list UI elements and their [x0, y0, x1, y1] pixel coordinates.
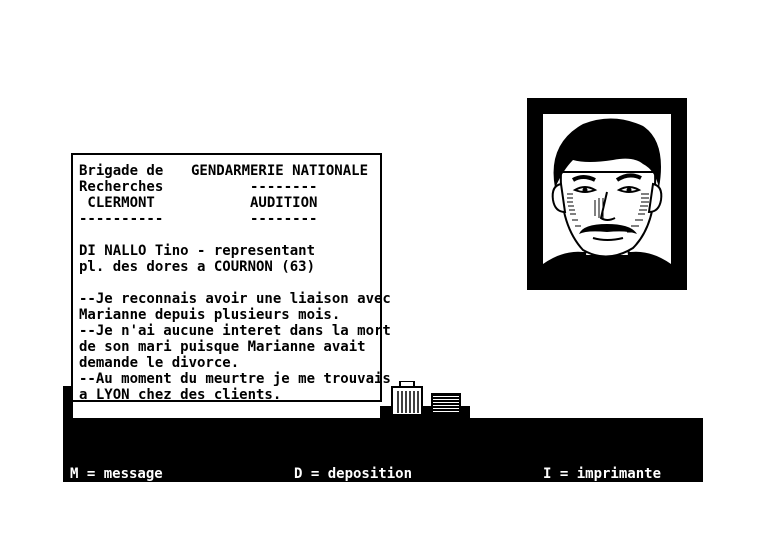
building-icon[interactable] — [430, 392, 462, 416]
menu-imprimante-option[interactable]: I = imprimante — [543, 466, 669, 482]
doc-statement-line: demande le divorce. — [79, 355, 240, 371]
doc-header-right-4: -------- — [191, 211, 318, 227]
menu-comparaison-option[interactable]: C = comparaison — [294, 514, 420, 530]
doc-header-left-2: Recherches — [79, 179, 164, 195]
doc-statement-line: --Je n'ai aucune interet dans la mort — [79, 323, 391, 339]
audition-document: Brigade de Recherches CLERMONT ---------… — [71, 153, 391, 403]
doc-statement-line: --Je reconnais avoir une liaison avec — [79, 291, 391, 307]
doc-header-right-3: AUDITION — [191, 195, 318, 211]
suspect-portrait-frame — [527, 98, 687, 290]
menu-col-2: D = deposition C = comparaison — [294, 434, 420, 546]
menu-arrestation-option[interactable]: A = arrestation — [543, 514, 669, 530]
doc-header-right-2: -------- — [191, 179, 318, 195]
doc-statement-line: a LYON chez des clients. — [79, 387, 282, 403]
doc-header-left-1: Brigade de — [79, 163, 164, 179]
menu-examen-option[interactable]: E = examen — [70, 514, 163, 530]
doc-statement-line: Marianne depuis plusieurs mois. — [79, 307, 341, 323]
doc-header-left-3: CLERMONT — [79, 195, 155, 211]
doc-header-right-1: GENDARMERIE NATIONALE — [191, 163, 369, 179]
doc-statement-line: de son mari puisque Marianne avait — [79, 339, 366, 355]
briefcase-icon[interactable] — [390, 381, 426, 416]
menu-message-option[interactable]: M = message — [70, 466, 163, 482]
doc-identity-address: pl. des dores a COURNON (63) — [79, 259, 316, 275]
menu-col-3: I = imprimante A = arrestation — [543, 434, 669, 546]
doc-header-left-4: ---------- — [79, 211, 164, 227]
menu-col-1: M = message E = examen — [70, 434, 163, 546]
menu-deposition-option[interactable]: D = deposition — [294, 466, 420, 482]
doc-statement-line: --Au moment du meurtre je me trouvais — [79, 371, 391, 387]
doc-identity-name: DI NALLO Tino - representant — [79, 243, 316, 259]
suspect-portrait — [543, 114, 671, 274]
